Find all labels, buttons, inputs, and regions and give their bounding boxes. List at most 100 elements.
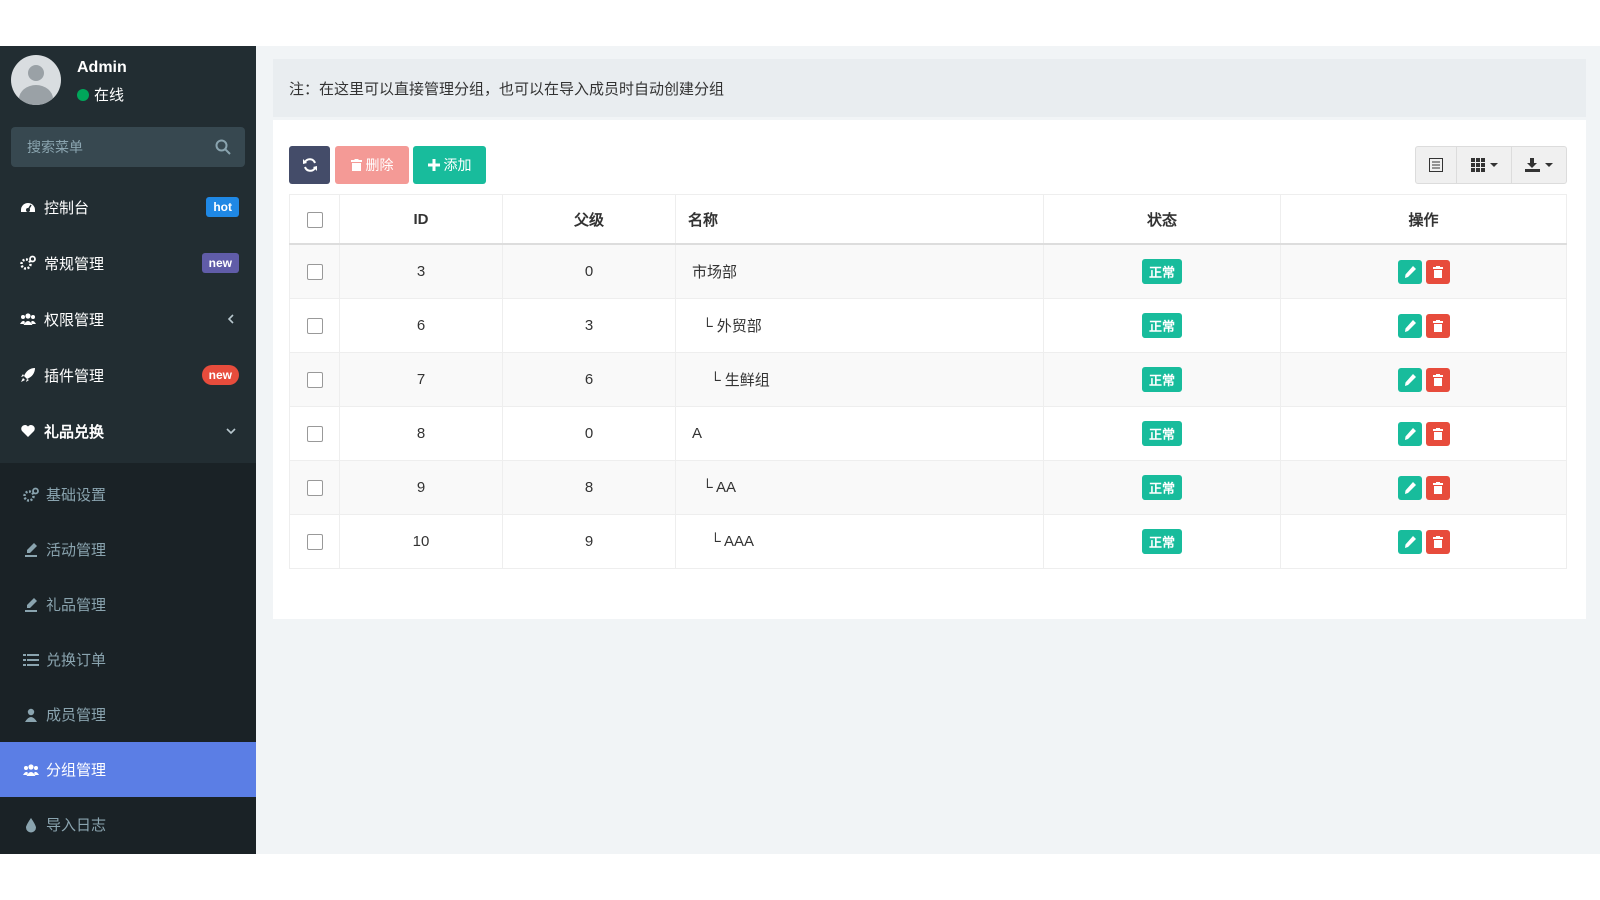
row-checkbox[interactable] <box>306 480 323 497</box>
pencil-icon <box>1404 535 1416 548</box>
user-name: Admin <box>77 59 127 76</box>
cell-actions <box>1280 406 1567 461</box>
select-all-checkbox[interactable] <box>306 211 323 228</box>
sidebar-item-label: 导入日志 <box>46 817 107 834</box>
user-status-label: 在线 <box>94 87 125 104</box>
sidebar-item-import-log[interactable]: 导入日志 <box>0 797 256 852</box>
sidebar-item-activity[interactable]: 活动管理 <box>0 522 256 577</box>
notice-callout: 注：在这里可以直接管理分组，也可以在导入成员时自动创建分组 <box>273 59 1586 117</box>
row-select-cell <box>289 514 340 569</box>
sidebar-item-general[interactable]: 常规管理 new <box>0 235 256 291</box>
toggle-view-button[interactable] <box>1415 146 1457 184</box>
new-badge: new <box>201 253 239 273</box>
new-badge: new <box>201 365 239 385</box>
trash-icon <box>1432 319 1443 332</box>
search-icon[interactable] <box>215 139 231 155</box>
add-button-label: 添加 <box>443 157 472 173</box>
caret-down-icon <box>1545 163 1553 167</box>
cell-parent: 3 <box>502 298 676 353</box>
chevron-left-icon <box>227 314 234 324</box>
delete-row-button[interactable] <box>1425 529 1450 554</box>
row-select-cell <box>289 406 340 461</box>
caret-down-icon <box>1489 163 1498 167</box>
delete-button-label: 删除 <box>365 157 394 173</box>
edit-button[interactable] <box>1397 313 1422 338</box>
cell-name: └ 外贸部 <box>675 298 1044 353</box>
cell-status: 正常 <box>1043 514 1281 569</box>
row-checkbox[interactable] <box>306 264 323 281</box>
cell-name: └ 生鲜组 <box>675 352 1044 407</box>
cell-id: 7 <box>339 352 503 407</box>
sidebar-item-basic-settings[interactable]: 基础设置 <box>0 467 256 522</box>
sidebar-item-permissions[interactable]: 权限管理 <box>0 291 256 347</box>
online-dot-icon <box>77 88 89 101</box>
cell-parent: 9 <box>502 514 676 569</box>
sidebar: Admin 在线 控制台 hot 常规管理 new <box>0 46 256 854</box>
cell-id: 6 <box>339 298 503 353</box>
edit-button[interactable] <box>1397 367 1422 392</box>
status-badge: 正常 <box>1141 259 1182 284</box>
delete-row-button[interactable] <box>1425 421 1450 446</box>
user-icon <box>23 707 39 723</box>
avatar[interactable] <box>11 55 61 105</box>
select-all-cell <box>289 194 340 245</box>
cell-status: 正常 <box>1043 406 1281 461</box>
row-checkbox[interactable] <box>306 318 323 335</box>
pencil-icon <box>1404 427 1416 440</box>
row-select-cell <box>289 298 340 353</box>
table-view-icon <box>1429 158 1443 172</box>
tint-icon <box>23 817 39 833</box>
menu-search <box>11 127 245 167</box>
sidebar-item-gift-exchange[interactable]: 礼品兑换 <box>0 403 256 459</box>
column-header-status[interactable]: 状态 <box>1043 194 1281 245</box>
cell-id: 9 <box>339 460 503 515</box>
edit-button[interactable] <box>1397 421 1422 446</box>
cell-id: 3 <box>339 243 503 299</box>
row-checkbox[interactable] <box>306 534 323 551</box>
table-row: 10 9 └ AAA 正常 <box>289 514 1567 569</box>
edit-button[interactable] <box>1397 475 1422 500</box>
delete-row-button[interactable] <box>1425 475 1450 500</box>
search-input[interactable] <box>11 127 207 167</box>
user-panel: Admin 在线 <box>0 46 256 116</box>
column-header-id[interactable]: ID <box>339 194 503 245</box>
sidebar-item-dashboard[interactable]: 控制台 hot <box>0 179 256 235</box>
rocket-icon <box>20 367 36 383</box>
refresh-icon <box>302 158 317 172</box>
group-icon <box>23 762 39 778</box>
edit-button[interactable] <box>1397 529 1422 554</box>
sidebar-item-plugins[interactable]: 插件管理 new <box>0 347 256 403</box>
refresh-button[interactable] <box>289 146 330 184</box>
sidebar-item-groups[interactable]: 分组管理 <box>0 742 256 797</box>
delete-button[interactable]: 删除 <box>335 146 409 184</box>
heart-icon <box>20 423 36 439</box>
sidebar-item-label: 礼品兑换 <box>44 423 105 441</box>
sidebar-item-orders[interactable]: 兑换订单 <box>0 632 256 687</box>
plus-icon <box>427 159 440 171</box>
sidebar-item-gifts[interactable]: 礼品管理 <box>0 577 256 632</box>
cell-name: └ AA <box>675 460 1044 515</box>
trash-icon <box>1432 481 1443 494</box>
sidebar-item-label: 分组管理 <box>46 762 107 779</box>
delete-row-button[interactable] <box>1425 313 1450 338</box>
row-select-cell <box>289 352 340 407</box>
table-row: 7 6 └ 生鲜组 正常 <box>289 352 1567 407</box>
add-button[interactable]: 添加 <box>413 146 486 184</box>
table-row: 8 0 A 正常 <box>289 406 1567 461</box>
columns-button[interactable] <box>1456 146 1512 184</box>
sidebar-item-label: 插件管理 <box>44 367 105 385</box>
table-row: 9 8 └ AA 正常 <box>289 460 1567 515</box>
column-header-parent[interactable]: 父级 <box>502 194 676 245</box>
column-header-name[interactable]: 名称 <box>675 194 1044 245</box>
sidebar-item-members[interactable]: 成员管理 <box>0 687 256 742</box>
delete-row-button[interactable] <box>1425 259 1450 284</box>
cell-actions <box>1280 352 1567 407</box>
export-button[interactable] <box>1511 146 1567 184</box>
edit-button[interactable] <box>1397 259 1422 284</box>
delete-row-button[interactable] <box>1425 367 1450 392</box>
trash-icon <box>1432 427 1443 440</box>
cell-status: 正常 <box>1043 460 1281 515</box>
chevron-down-icon <box>226 428 236 435</box>
row-checkbox[interactable] <box>306 426 323 443</box>
row-checkbox[interactable] <box>306 372 323 389</box>
